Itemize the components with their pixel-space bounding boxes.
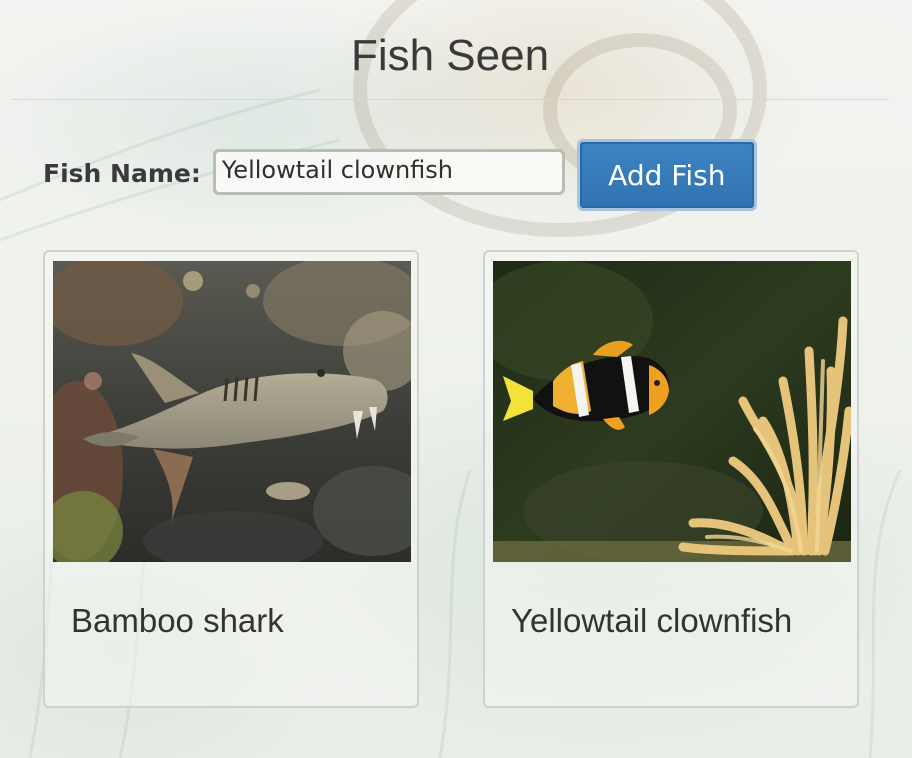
add-fish-button[interactable]: Add Fish xyxy=(576,139,757,211)
yellowtail-clownfish-photo xyxy=(493,261,851,562)
fish-name-label: Fish Name: xyxy=(43,158,201,188)
title-divider xyxy=(12,99,889,100)
bamboo-shark-photo xyxy=(53,261,411,562)
fish-name-input[interactable] xyxy=(212,149,565,195)
fish-card-name: Yellowtail clownfish xyxy=(511,602,793,639)
fish-card: Bamboo shark xyxy=(43,250,419,708)
fish-card-name: Bamboo shark xyxy=(71,602,284,639)
add-fish-form: Fish Name: Add Fish xyxy=(43,139,757,211)
page-title: Fish Seen xyxy=(350,31,550,80)
fish-seen-app: Fish Seen Fish Name: Add Fish xyxy=(0,0,912,758)
fish-card: Yellowtail clownfish xyxy=(483,250,859,708)
